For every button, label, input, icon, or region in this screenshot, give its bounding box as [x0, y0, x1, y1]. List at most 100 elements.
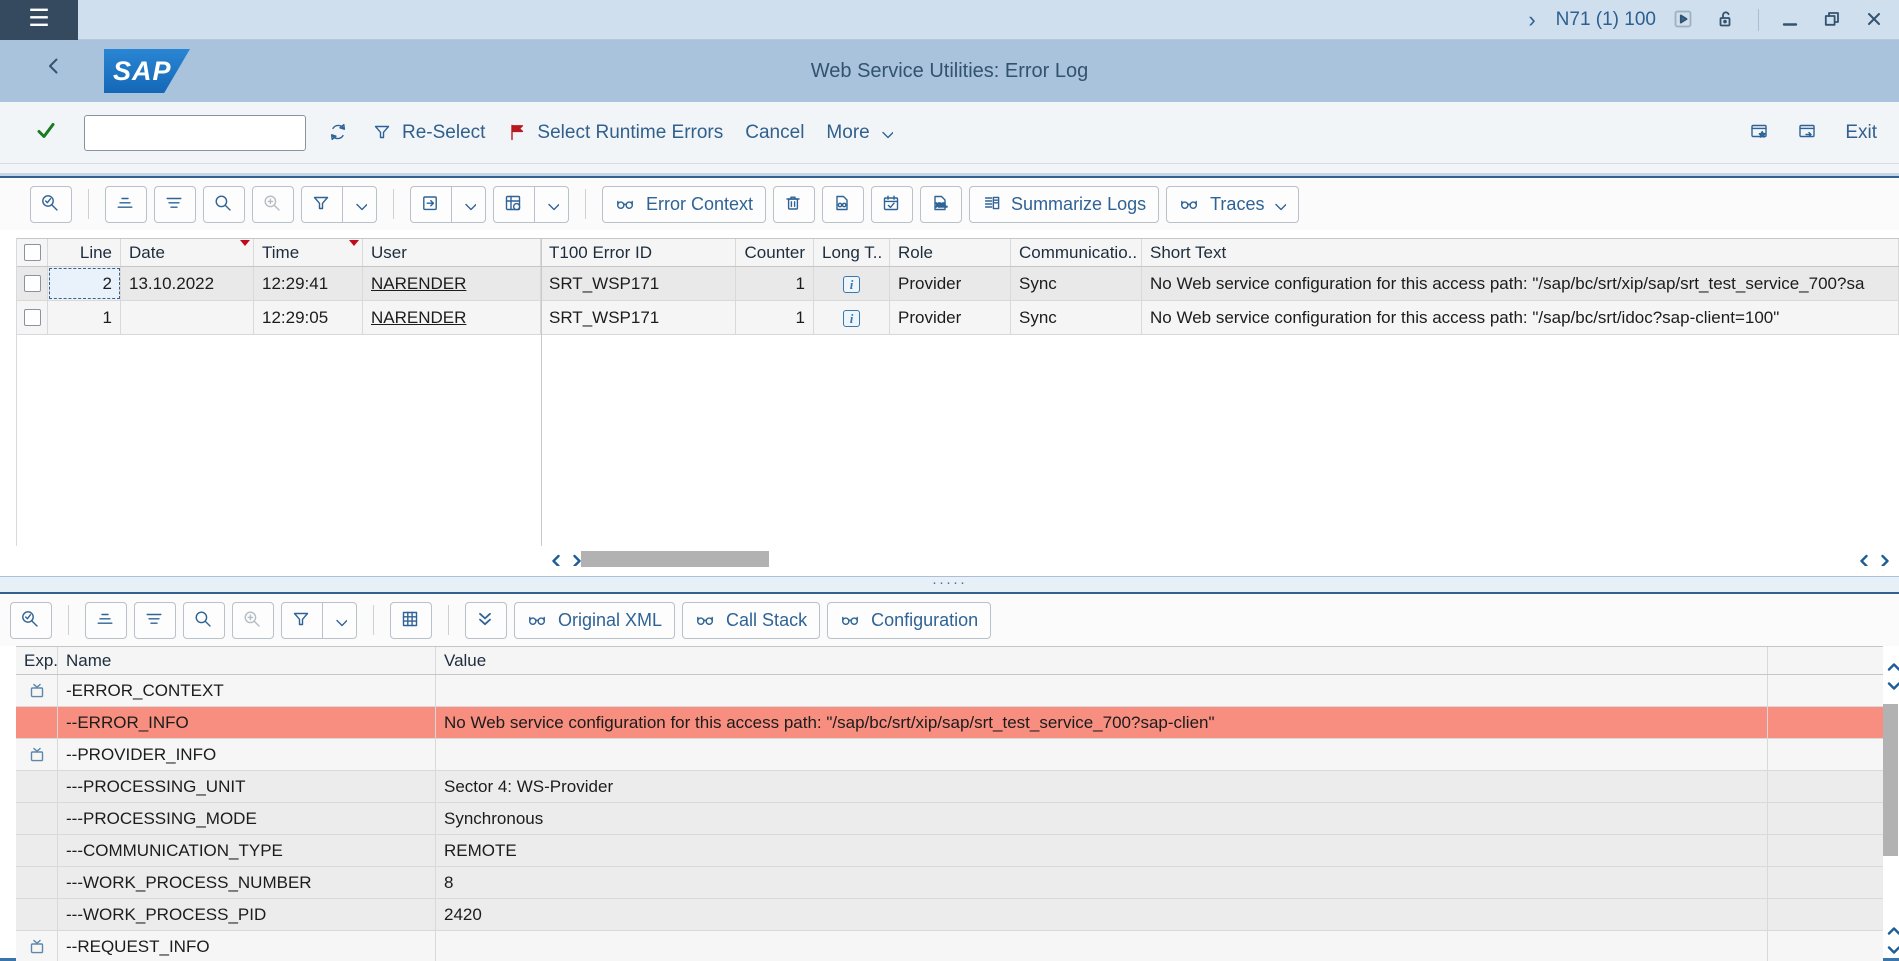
expand-all-button[interactable] [465, 602, 507, 639]
scroll-left-icon[interactable] [545, 550, 562, 567]
column-header-sel[interactable] [16, 239, 48, 266]
scroll-left-icon[interactable] [1853, 550, 1870, 567]
xml-button[interactable] [920, 186, 962, 223]
sort-descending-button[interactable] [134, 602, 176, 639]
display-document-button[interactable] [822, 186, 864, 223]
export-menu-button[interactable] [451, 186, 486, 223]
call-stack-button[interactable]: Call Stack [682, 602, 820, 639]
layout-button[interactable] [493, 186, 535, 223]
shortcut-window-icon[interactable] [1749, 121, 1773, 145]
column-header-line[interactable]: Line [48, 239, 121, 266]
original-xml-button[interactable]: Original XML [514, 602, 675, 639]
scroll-down-icon[interactable] [1883, 675, 1899, 692]
horizontal-scrollbar[interactable] [0, 546, 1899, 572]
new-window-icon[interactable] [1797, 121, 1821, 145]
column-header-name[interactable]: Name [58, 647, 436, 674]
table-row[interactable]: ---PROCESSING_MODESynchronous [16, 803, 1883, 835]
scrollbar-thumb[interactable] [1883, 704, 1898, 856]
table-row[interactable]: ---PROCESSING_UNITSector 4: WS-Provider [16, 771, 1883, 803]
column-header-time[interactable]: Time [254, 239, 363, 266]
schedule-button[interactable] [871, 186, 913, 223]
table-row[interactable]: -ERROR_CONTEXT [16, 675, 1883, 707]
refresh-button[interactable] [328, 122, 350, 144]
column-header-value[interactable]: Value [436, 647, 1768, 674]
restore-button[interactable] [1819, 6, 1847, 34]
expand-node-icon[interactable] [27, 937, 46, 956]
set-filter-button[interactable] [301, 186, 343, 223]
table-row[interactable]: --PROVIDER_INFO [16, 739, 1883, 771]
export-button[interactable] [410, 186, 452, 223]
column-header-long[interactable]: Long T.. [814, 239, 890, 266]
find-next-button[interactable] [232, 602, 274, 639]
table-row[interactable]: ---WORK_PROCESS_NUMBER8 [16, 867, 1883, 899]
chevron-down-icon [878, 125, 893, 140]
row-select-checkbox[interactable] [24, 309, 41, 326]
scroll-down-icon[interactable] [1883, 939, 1899, 956]
column-header-date[interactable]: Date [121, 239, 254, 266]
column-header-role[interactable]: Role [890, 239, 1011, 266]
configuration-button[interactable]: Configuration [827, 602, 991, 639]
exit-button[interactable]: Exit [1845, 122, 1877, 144]
table-row[interactable]: --ERROR_INFONo Web service configuration… [16, 707, 1883, 739]
expand-node-icon[interactable] [27, 681, 46, 700]
long-text-icon[interactable]: i [843, 276, 860, 293]
row-select-checkbox[interactable] [24, 275, 41, 292]
select-runtime-errors-button[interactable]: Select Runtime Errors [507, 122, 723, 144]
cancel-button[interactable]: Cancel [745, 122, 804, 144]
more-menu-button[interactable]: More [826, 122, 892, 144]
hamburger-menu-button[interactable]: ☰ [0, 0, 78, 40]
column-header-counter[interactable]: Counter [736, 239, 814, 266]
close-button[interactable] [1861, 6, 1889, 34]
column-header-user[interactable]: User [363, 239, 541, 266]
layout-menu-button[interactable] [534, 186, 569, 223]
summarize-logs-button[interactable]: Summarize Logs [969, 186, 1159, 223]
sort-descending-button[interactable] [154, 186, 196, 223]
expand-node-icon[interactable] [27, 745, 46, 764]
column-header-t100[interactable]: T100 Error ID [541, 239, 736, 266]
column-header-comm[interactable]: Communicatio.. [1011, 239, 1142, 266]
scrollbar-thumb[interactable] [581, 551, 769, 567]
table-row[interactable]: ---COMMUNICATION_TYPEREMOTE [16, 835, 1883, 867]
system-tray-chevron-icon[interactable]: › [1528, 9, 1535, 31]
traces-menu-button[interactable]: Traces [1166, 186, 1299, 223]
column-header-exp[interactable]: Exp.. [16, 647, 58, 674]
user-link[interactable]: NARENDER [371, 274, 466, 293]
long-text-icon[interactable]: i [843, 310, 860, 327]
filter-menu-button[interactable] [342, 186, 377, 223]
upper-grid-toolbar: Error Context Summarize Logs Traces [0, 178, 1899, 230]
reselect-button[interactable]: Re-Select [372, 122, 485, 144]
filter-menu-button[interactable] [322, 602, 357, 639]
table-row[interactable]: --REQUEST_INFO [16, 931, 1883, 961]
enter-button[interactable] [36, 120, 62, 146]
scroll-up-icon[interactable] [1883, 920, 1899, 937]
scroll-up-icon[interactable] [1883, 656, 1899, 673]
command-field[interactable] [84, 115, 306, 151]
vertical-scrollbar[interactable] [1883, 656, 1899, 958]
panel-splitter[interactable]: ····· [0, 576, 1899, 592]
scroll-right-icon[interactable] [1874, 550, 1891, 567]
lock-open-icon[interactable] [1712, 6, 1740, 34]
minimize-button[interactable] [1777, 6, 1805, 34]
details-button[interactable] [10, 602, 52, 639]
table-row[interactable]: ---WORK_PROCESS_PID2420 [16, 899, 1883, 931]
column-header-label: Short Text [1150, 243, 1226, 262]
sort-ascending-button[interactable] [105, 186, 147, 223]
set-filter-button[interactable] [281, 602, 323, 639]
user-link[interactable]: NARENDER [371, 308, 466, 327]
table-view-button[interactable] [390, 602, 432, 639]
script-recording-icon[interactable] [1670, 6, 1698, 34]
table-row[interactable]: 112:29:05NARENDERSRT_WSP1711iProviderSyn… [16, 301, 1899, 335]
cell-name: --REQUEST_INFO [58, 931, 436, 961]
command-input[interactable] [85, 118, 322, 148]
sort-ascending-button[interactable] [85, 602, 127, 639]
details-button[interactable] [30, 186, 72, 223]
column-header-short_text[interactable]: Short Text [1142, 239, 1899, 266]
delete-button[interactable] [773, 186, 815, 223]
error-context-button[interactable]: Error Context [602, 186, 766, 223]
find-button[interactable] [203, 186, 245, 223]
find-button[interactable] [183, 602, 225, 639]
splitter-grip[interactable]: ····· [0, 575, 1899, 591]
select-all-checkbox[interactable] [24, 244, 41, 261]
table-row[interactable]: 213.10.202212:29:41NARENDERSRT_WSP1711iP… [16, 267, 1899, 301]
find-next-button[interactable] [252, 186, 294, 223]
